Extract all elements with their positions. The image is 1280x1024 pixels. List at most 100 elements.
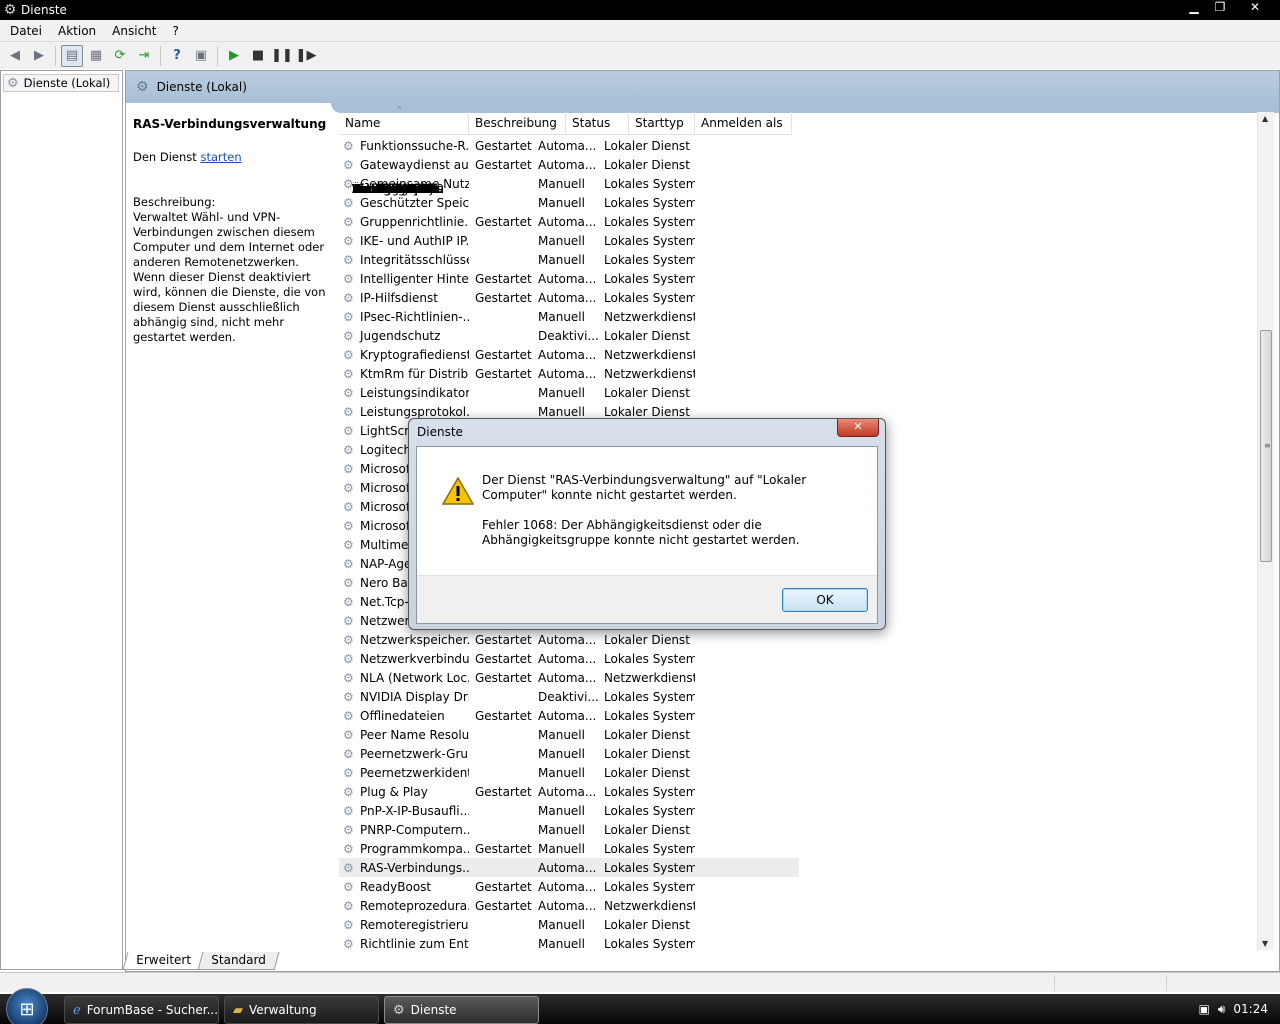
table-row[interactable]: ⚙ Jugendschutz Dieser Dienst ... Deaktivi..… <box>339 182 799 345</box>
table-row[interactable]: ⚙ RAS-Verbindungs... Verwaltet Wäh... Autom… <box>339 182 799 877</box>
cell-logon-as: Lokaler Dienst <box>604 328 690 343</box>
tab-standard[interactable]: Standard <box>197 952 279 970</box>
status-separator <box>1054 975 1055 991</box>
table-row[interactable]: ⚙ Gruppenrichtlinie... Von dem Dien... Gest… <box>339 182 799 231</box>
table-row[interactable]: ⚙ Richtlinie zum Ent... Lässt eine Kon... M… <box>339 182 799 953</box>
cell-status: Gestartet <box>475 632 532 647</box>
cell-logon-as: Lokales System <box>604 784 695 799</box>
service-gear-icon: ⚙ <box>343 366 354 381</box>
cell-logon-as: Lokales System <box>604 233 695 248</box>
taskbar-item-forumbase[interactable]: ℯ ForumBase - Sucher... <box>64 996 219 1024</box>
show-action-pane-icon[interactable]: ▣ <box>190 45 212 67</box>
column-header-name[interactable]: Name <box>339 106 469 134</box>
start-button[interactable]: ⊞ <box>6 988 48 1024</box>
cell-logon-as: Lokales System <box>604 841 695 856</box>
description-text: Verwaltet Wähl- und VPN-Verbindungen zwi… <box>133 210 326 344</box>
minimize-button[interactable]: ▁ <box>1182 0 1206 16</box>
scrollbar-thumb[interactable]: ≡ <box>1260 330 1272 562</box>
menu-help[interactable]: ? <box>164 24 186 38</box>
cell-logon-as: Lokaler Dienst <box>604 404 690 419</box>
cell-logon-as: Netzwerkdienst <box>604 309 695 324</box>
taskbar-item-verwaltung[interactable]: ▰ Verwaltung <box>224 996 379 1024</box>
dialog-close-button[interactable]: ✕ <box>837 419 879 437</box>
cell-status: Gestartet <box>475 784 532 799</box>
cell-status: Gestartet <box>475 841 532 856</box>
cell-starttype: Manuell <box>538 309 585 324</box>
stop-service-icon[interactable]: ■ <box>247 45 269 67</box>
table-row[interactable]: ⚙ Intelligenter Hinte... Überträgt Dat... G… <box>339 182 799 288</box>
service-name: Nero Bac <box>360 575 415 590</box>
grip-icon: ≡ <box>1264 441 1271 450</box>
menu-datei[interactable]: Datei <box>2 24 50 38</box>
table-row[interactable]: ⚙ Leistungsindikator... Ermöglicht Re... Ma… <box>339 182 799 402</box>
tab-extended[interactable]: Erweitert <box>122 952 205 970</box>
console-tree-icon[interactable]: ▤ <box>61 44 83 67</box>
scroll-up-arrow-icon[interactable]: ▲ <box>1262 114 1268 123</box>
tree-item-services-local[interactable]: ⚙ Dienste (Lokal) <box>3 74 119 92</box>
table-row[interactable]: ⚙ NLA (Network Loc... Sammelt und ... Gesta… <box>339 182 799 687</box>
table-row[interactable]: ⚙ Peer Name Resolu... Aktiviert die s... Ma… <box>339 182 799 744</box>
cell-name: ⚙ Plug & Play <box>339 785 469 799</box>
start-service-icon[interactable]: ▶ <box>223 45 245 67</box>
ok-button[interactable]: OK <box>782 588 868 612</box>
table-row[interactable]: ⚙ Kryptografiedienste Bietet vier Ver... Ge… <box>339 182 799 364</box>
volume-icon[interactable]: 🔊︎ <box>1218 1002 1226 1017</box>
cell-starttype: Manuell <box>538 727 585 742</box>
table-row[interactable]: ⚙ Remoteprozedura... Dient der End... Gesta… <box>339 182 799 915</box>
table-row[interactable]: ⚙Integritätsschlüsse...Stellt ein X.509.… <box>339 182 799 269</box>
taskbar-item-dienste[interactable]: ⚙ Dienste <box>384 996 539 1024</box>
column-header-description[interactable]: Beschreibung <box>469 112 566 134</box>
table-row[interactable]: ⚙NVIDIA Display Dri...Provides syste...D… <box>339 182 799 706</box>
table-row[interactable]: ⚙ PnP-X-IP-Busaufli... Der PnP-X-Bu... Manu… <box>339 182 799 820</box>
table-row[interactable]: ⚙ Funktionssuche-R... Veröffentlicht ... Ge… <box>339 136 799 197</box>
table-row[interactable]: ⚙ IP-Hilfsdienst Bietet automa... Gestartet… <box>339 182 799 307</box>
service-gear-icon: ⚙ <box>343 860 354 875</box>
column-header-status[interactable]: Status <box>566 112 629 134</box>
selected-service-name: RAS-Verbindungsverwaltung <box>133 117 327 131</box>
cell-starttype: Manuell <box>538 803 585 818</box>
table-row[interactable]: ⚙ Peernetzwerk-Gru... Bietet Peernet... Man… <box>339 182 799 763</box>
cell-name: ⚙ Netzwerkspeicher... <box>339 633 469 647</box>
scroll-down-arrow-icon[interactable]: ▼ <box>1262 939 1268 948</box>
close-button[interactable]: ✕ <box>1234 0 1276 16</box>
table-row[interactable]: ⚙ Programmkompa... Bietet Unterst... Gestar… <box>339 182 799 858</box>
cell-logon-as: Lokaler Dienst <box>604 632 690 647</box>
table-row[interactable]: ⚙ Plug & Play Ermöglicht de... Gestartet Aut… <box>339 182 799 801</box>
pause-service-icon[interactable]: ❚❚ <box>271 45 293 67</box>
table-row[interactable]: ⚙Netzwerkspeicher...Dieser Dienst s...Ge… <box>339 182 799 649</box>
restore-button[interactable]: ❐ <box>1208 0 1232 16</box>
table-row[interactable]: ⚙ Offlinedateien Der Offlinedat... Gestarte… <box>339 182 799 725</box>
help-icon[interactable]: ? <box>166 45 188 67</box>
cell-starttype: Manuell <box>538 746 585 761</box>
table-row[interactable]: ⚙ Netzwerkverbindu... Verwaltet Obj... Gest… <box>339 182 799 668</box>
table-row[interactable]: ⚙Peernetzwerkident...Bietet Identitä...M… <box>339 182 799 782</box>
table-row[interactable]: ⚙ ReadyBoost Bietet Unterst... Gestartet Aut… <box>339 182 799 896</box>
cell-logon-as: Lokales System <box>604 708 695 723</box>
column-header-starttype[interactable]: Starttyp <box>629 112 695 134</box>
cell-starttype: Manuell <box>538 252 585 267</box>
menu-aktion[interactable]: Aktion <box>50 24 104 38</box>
table-row[interactable]: ⚙ PNRP-Computern... Dieser Dienst ... Manue… <box>339 182 799 839</box>
forward-arrow-icon[interactable]: ▶ <box>28 45 50 67</box>
service-name: Intelligenter Hinte... <box>360 271 469 286</box>
start-service-link[interactable]: starten <box>200 150 241 164</box>
cell-starttype: Manuell <box>538 917 585 932</box>
table-row[interactable]: ⚙ KtmRm für Distrib... Koordiniert Tr... Ge… <box>339 182 799 383</box>
export-list-icon[interactable]: ⇥ <box>133 45 155 67</box>
table-row[interactable]: ⚙ IKE- und AuthIP IP... Die IKEEXT-Di... Ma… <box>339 182 799 250</box>
properties-icon[interactable]: ▦ <box>85 45 107 67</box>
table-row[interactable]: ⚙ Remoteregistrieru... Ermöglicht Re... Man… <box>339 182 799 934</box>
menu-ansicht[interactable]: Ansicht <box>104 24 164 38</box>
table-row[interactable]: ⚙Gatewaydienst auf...Bietet Unterst...Ge… <box>339 155 799 197</box>
vertical-scrollbar[interactable]: ▲ ≡ ▼ <box>1257 112 1274 950</box>
service-name: Microsof <box>360 461 411 476</box>
dialog-message-line1: Der Dienst "RAS-Verbindungsverwaltung" a… <box>482 473 807 502</box>
table-row[interactable]: ⚙ IPsec-Richtlinien-... IPsec (Internet...… <box>339 182 799 326</box>
services-gear-icon: ⚙ <box>3 2 17 18</box>
back-arrow-icon[interactable]: ◀ <box>4 45 26 67</box>
column-header-logon-as[interactable]: Anmelden als <box>695 112 792 134</box>
restart-service-icon[interactable]: ❚▶ <box>295 45 317 67</box>
clock[interactable]: 01:24 <box>1233 1002 1268 1016</box>
refresh-icon[interactable]: ⟳ <box>109 45 131 67</box>
network-icon[interactable]: ▣ <box>1199 1002 1210 1016</box>
